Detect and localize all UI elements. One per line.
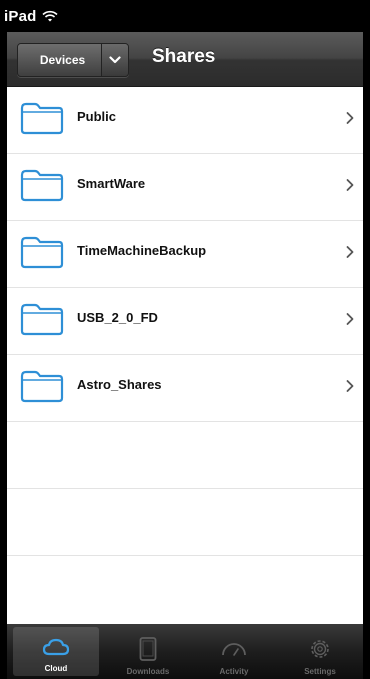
share-row-smartware[interactable]: SmartWare	[7, 154, 363, 221]
chevron-right-icon	[346, 112, 354, 124]
folder-icon	[20, 303, 64, 336]
chevron-right-icon	[346, 179, 354, 191]
folder-icon	[20, 169, 64, 202]
devices-button-label[interactable]: Devices	[18, 44, 101, 76]
tab-cloud[interactable]: Cloud	[13, 627, 99, 676]
tab-bar: Cloud Downloads Activity Settings	[7, 624, 363, 679]
tab-downloads[interactable]: Downloads	[105, 624, 191, 679]
status-bar: iPad	[0, 0, 370, 32]
shares-list: Public SmartWare TimeMachineBackup USB_2…	[7, 87, 363, 624]
tab-settings[interactable]: Settings	[277, 624, 363, 679]
share-name: TimeMachineBackup	[77, 243, 207, 258]
devices-dropdown-toggle[interactable]	[101, 44, 128, 76]
share-name: USB_2_0_FD	[77, 310, 158, 325]
tab-label: Activity	[219, 667, 249, 676]
share-name: Astro_Shares	[77, 377, 162, 392]
device-icon	[139, 637, 157, 661]
empty-row	[7, 489, 363, 556]
navigation-bar: Devices Shares	[7, 32, 363, 87]
share-row-astro-shares[interactable]: Astro_Shares	[7, 355, 363, 422]
page-title: Shares	[152, 46, 216, 67]
devices-back-button[interactable]: Devices	[17, 43, 129, 77]
share-row-public[interactable]: Public	[7, 87, 363, 154]
empty-row	[7, 422, 363, 489]
share-name: Public	[77, 109, 117, 124]
share-row-timemachinebackup[interactable]: TimeMachineBackup	[7, 221, 363, 288]
gauge-icon	[222, 643, 246, 656]
folder-icon	[20, 236, 64, 269]
tab-activity[interactable]: Activity	[191, 624, 277, 679]
tab-label: Cloud	[44, 664, 68, 673]
cloud-icon	[42, 638, 70, 656]
share-row-usb-2-0-fd[interactable]: USB_2_0_FD	[7, 288, 363, 355]
device-name: iPad	[4, 7, 37, 25]
tab-label: Downloads	[126, 667, 170, 676]
gear-icon	[311, 640, 329, 658]
folder-icon	[20, 102, 64, 135]
chevron-down-icon	[109, 56, 121, 64]
chevron-right-icon	[346, 246, 354, 258]
tab-label: Settings	[304, 667, 336, 676]
chevron-right-icon	[346, 380, 354, 392]
wifi-icon	[42, 10, 59, 22]
share-name: SmartWare	[77, 176, 146, 191]
chevron-right-icon	[346, 313, 354, 325]
folder-icon	[20, 370, 64, 403]
app-frame: iPad Devices Shares Public SmartWare Tim…	[0, 0, 370, 679]
